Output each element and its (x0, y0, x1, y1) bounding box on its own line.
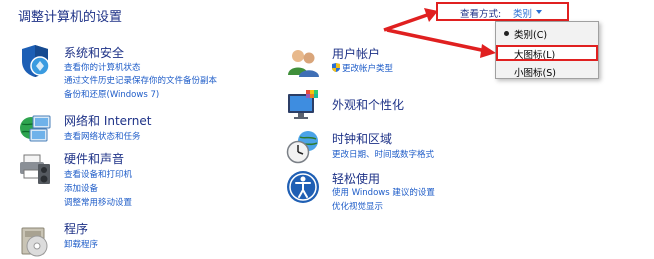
annotation-arrow-to-view-by (383, 8, 438, 32)
view-by-dropdown[interactable]: 类别 (513, 6, 532, 20)
accessibility-icon (287, 171, 319, 203)
link-file-history-backup[interactable]: 通过文件历史记录保存你的文件备份副本 (64, 74, 217, 86)
shield-flag-icon (22, 45, 50, 77)
link-uninstall-program[interactable]: 卸载程序 (64, 238, 98, 250)
menu-item-category[interactable]: 类别(C) (496, 25, 598, 41)
category-user-accounts: 用户帐户 更改帐户类型 (286, 45, 546, 81)
category-hardware-sound: 硬件和声音 查看设备和打印机 添加设备 调整常用移动设置 (18, 150, 278, 210)
category-title-user-accounts[interactable]: 用户帐户 (332, 45, 380, 62)
link-devices-printers[interactable]: 查看设备和打印机 (64, 168, 132, 180)
monitor-palette-icon (288, 90, 318, 119)
chevron-down-icon[interactable] (536, 10, 542, 14)
category-clock-region: 时钟和区域 更改日期、时间或数字格式 (286, 130, 546, 166)
network-globe-icon (20, 115, 51, 142)
category-title-system-security[interactable]: 系统和安全 (64, 44, 124, 61)
users-icon (288, 50, 319, 77)
category-title-programs[interactable]: 程序 (64, 220, 88, 237)
category-system-security: 系统和安全 查看你的计算机状态 通过文件历史记录保存你的文件备份副本 备份和还原… (18, 44, 278, 104)
category-title-appearance[interactable]: 外观和个性化 (332, 96, 404, 113)
link-view-computer-status[interactable]: 查看你的计算机状态 (64, 61, 141, 73)
printer-speaker-icon (20, 154, 50, 184)
uac-shield-icon (332, 63, 340, 72)
selected-bullet-icon (504, 31, 509, 36)
view-by-label: 查看方式: (460, 9, 502, 20)
category-network-internet: 网络和 Internet 查看网络状态和任务 (18, 112, 278, 148)
category-programs: 程序 卸载程序 (18, 220, 278, 257)
link-windows-recommended-settings[interactable]: 使用 Windows 建议的设置 (332, 186, 435, 198)
view-by-highlight-box (436, 2, 569, 21)
category-ease-of-access: 轻松使用 使用 Windows 建议的设置 优化视觉显示 (286, 170, 546, 218)
category-title-network-internet[interactable]: 网络和 Internet (64, 112, 151, 129)
category-title-clock-region[interactable]: 时钟和区域 (332, 130, 392, 147)
link-optimize-visual-display[interactable]: 优化视觉显示 (332, 200, 383, 212)
link-add-device[interactable]: 添加设备 (64, 182, 98, 194)
category-appearance-personalization: 外观和个性化 (286, 88, 546, 124)
category-title-hardware-sound[interactable]: 硬件和声音 (64, 150, 124, 167)
clock-globe-icon (286, 131, 318, 164)
page-title: 调整计算机的设置 (18, 10, 123, 25)
link-mobility-settings[interactable]: 调整常用移动设置 (64, 196, 132, 208)
link-network-status-tasks[interactable]: 查看网络状态和任务 (64, 130, 141, 142)
program-disc-icon (21, 227, 48, 257)
category-title-ease-of-access[interactable]: 轻松使用 (332, 170, 380, 187)
link-change-date-time-format[interactable]: 更改日期、时间或数字格式 (332, 148, 434, 160)
link-change-account-type[interactable]: 更改帐户类型 (332, 62, 393, 74)
link-backup-restore-win7[interactable]: 备份和还原(Windows 7) (64, 88, 159, 100)
